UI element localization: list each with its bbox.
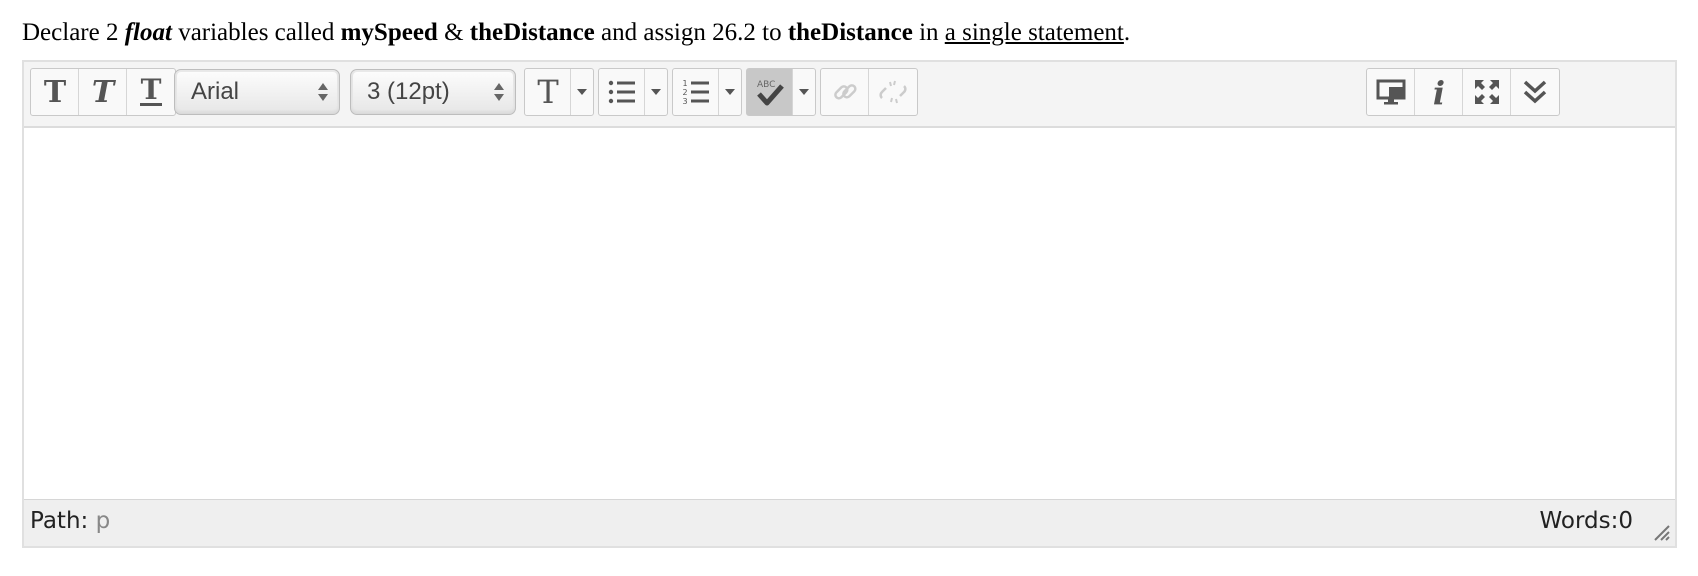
font-size-select[interactable]: 3 (12pt) [350,69,516,115]
single-statement-emphasis: a single statement [944,19,1124,46]
text-color-group: T [524,68,594,116]
unlink-button[interactable] [869,69,917,115]
svg-text:T: T [91,78,115,106]
spellcheck-icon: ABC [755,77,785,107]
svg-text:T: T [141,76,162,106]
path-label: Path: [30,508,89,534]
bold-button[interactable]: T [31,69,79,115]
question-var-thedistance-2: theDistance [787,19,913,46]
path-node[interactable]: p [96,508,111,534]
question-part: . [1123,19,1131,46]
question-var-myspeed: mySpeed [340,19,438,46]
svg-text:1: 1 [682,79,687,88]
select-arrows-icon [318,83,328,101]
text-color-dropdown[interactable] [571,69,593,115]
expand-toolbar-icon [1521,78,1549,106]
info-icon: i [1429,77,1449,107]
resize-grip-icon[interactable] [1649,520,1671,542]
italic-icon: T [90,78,115,106]
preview-icon [1376,78,1406,106]
svg-text:3: 3 [682,97,687,105]
numbered-list-group: 123 [672,68,742,116]
unlink-icon [878,78,908,106]
underline-button[interactable]: T [127,69,175,115]
chevron-down-icon [725,89,735,95]
question-text: Declare 2 float variables called mySpeed… [22,16,1130,50]
question-part: Declare 2 [22,19,125,46]
editor-content-area[interactable] [24,128,1675,500]
svg-text:i: i [1432,77,1444,107]
font-family-value: Arial [191,78,240,105]
question-part: & [437,19,470,46]
bullet-list-button[interactable] [599,69,645,115]
editor-toolbar: T T T Arial 3 (12pt) T 1 2 3 ABC i [24,62,1675,128]
text-style-group: T T T [30,68,176,116]
text-color-button[interactable]: T [525,69,571,115]
numbered-list-button[interactable]: 123 [673,69,719,115]
expand-toolbar-button[interactable] [1511,69,1559,115]
question-part: and assign 26.2 to [594,19,788,46]
font-family-select[interactable]: Arial [174,69,340,115]
spellcheck-dropdown[interactable] [793,69,815,115]
svg-text:T: T [43,78,66,106]
link-group [820,68,918,116]
bullet-list-icon [608,80,636,104]
numbered-list-icon: 123 [682,79,710,105]
spellcheck-button[interactable]: ABC [747,69,793,115]
svg-text:ABC: ABC [757,80,775,90]
bold-icon: T [42,78,68,106]
editor-statusbar: Path: p Words:0 [24,499,1675,546]
font-size-value: 3 (12pt) [367,78,450,105]
question-var-thedistance: theDistance [469,19,595,46]
chevron-down-icon [651,89,661,95]
svg-text:T: T [537,77,559,107]
element-path: Path: p [30,508,110,534]
chevron-down-icon [799,89,809,95]
fullscreen-button[interactable] [1463,69,1511,115]
word-count: Words:0 [1539,508,1633,534]
view-tools-group: i [1366,68,1560,116]
bullet-list-dropdown[interactable] [645,69,667,115]
spellcheck-group: ABC [746,68,816,116]
chevron-down-icon [577,89,587,95]
link-icon [831,78,859,106]
underline-icon: T [138,76,164,108]
question-type-word: float [124,19,172,46]
question-part: variables called [171,19,341,46]
question-part: in [912,19,945,46]
svg-text:2: 2 [682,88,687,97]
rich-text-editor: T T T Arial 3 (12pt) T 1 2 3 ABC i Path:… [22,60,1677,548]
italic-button[interactable]: T [79,69,127,115]
numbered-list-dropdown[interactable] [719,69,741,115]
select-arrows-icon [494,83,504,101]
text-color-icon: T [534,77,562,107]
info-button[interactable]: i [1415,69,1463,115]
insert-link-button[interactable] [821,69,869,115]
bullet-list-group [598,68,668,116]
fullscreen-icon [1473,78,1501,106]
preview-button[interactable] [1367,69,1415,115]
